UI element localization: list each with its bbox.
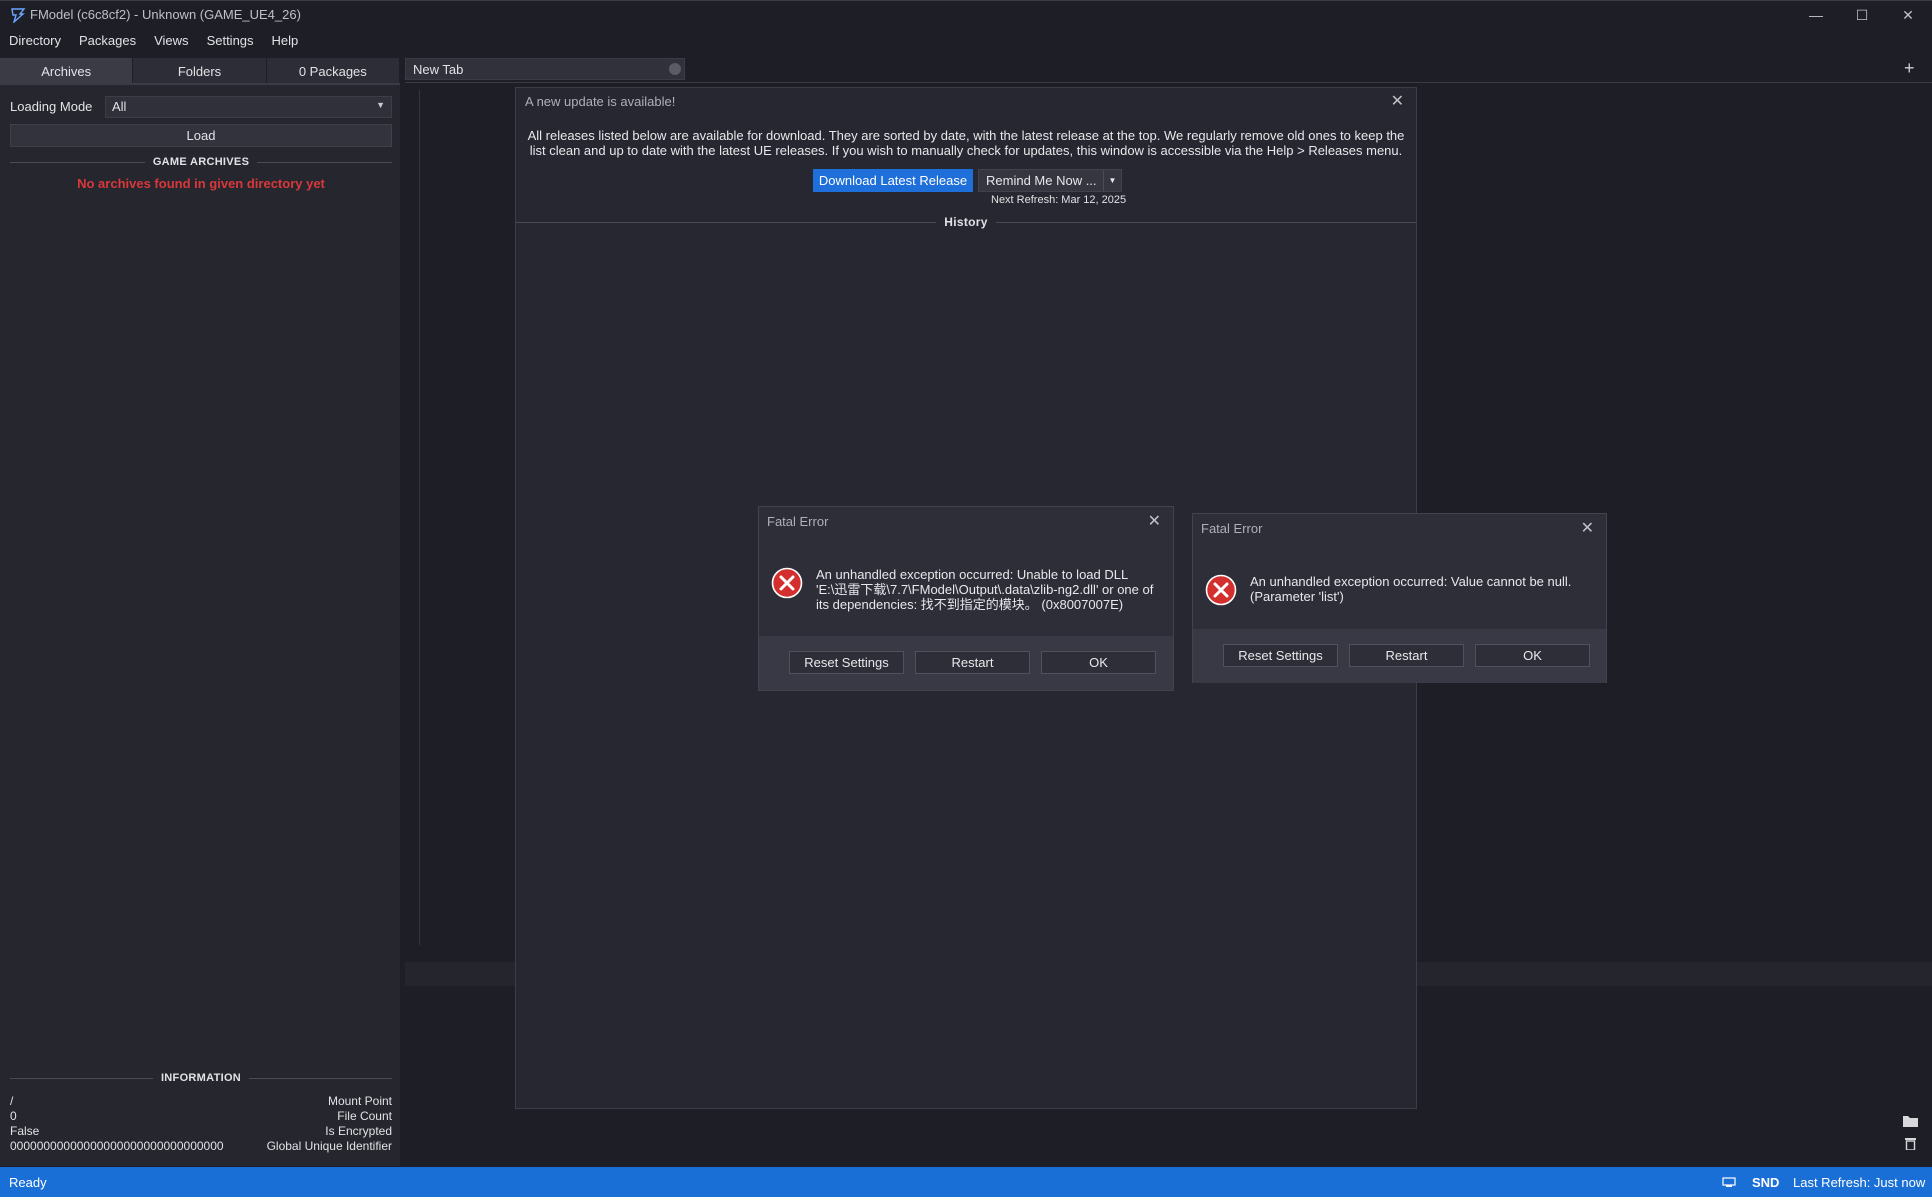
editor-tab-new[interactable]: New Tab (405, 58, 685, 80)
ok-button[interactable]: OK (1041, 651, 1156, 674)
close-icon[interactable]: ✕ (1148, 511, 1161, 531)
no-archives-message: No archives found in given directory yet (77, 176, 325, 191)
trash-icon[interactable] (1905, 1137, 1916, 1150)
load-button[interactable]: Load (10, 124, 392, 147)
loading-mode-select[interactable]: All ▼ (105, 96, 392, 118)
chevron-down-icon: ▼ (376, 100, 385, 110)
menu-settings[interactable]: Settings (198, 30, 263, 52)
last-refresh-text: Last Refresh: Just now (1793, 1175, 1926, 1190)
status-bar: Ready SND Last Refresh: Just now (0, 1167, 1932, 1197)
download-latest-release-button[interactable]: Download Latest Release (813, 169, 973, 192)
minimize-icon[interactable]: — (1793, 0, 1839, 30)
info-row-is-encrypted: False Is Encrypted (10, 1124, 392, 1139)
info-value: False (10, 1124, 40, 1138)
error-dialog-title: Fatal Error (767, 514, 829, 529)
close-icon[interactable]: ✕ (1581, 518, 1594, 538)
info-key: Mount Point (327, 1094, 392, 1108)
ok-button[interactable]: OK (1475, 644, 1590, 667)
audio-player-icon[interactable] (1722, 1176, 1736, 1188)
add-tab-icon[interactable]: + (1904, 58, 1915, 79)
tab-folders[interactable]: Folders (133, 58, 267, 84)
game-archives-heading: GAME ARCHIVES (10, 154, 393, 170)
info-key: Global Unique Identifier (266, 1139, 392, 1153)
tab-divider (405, 82, 1932, 83)
status-text: Ready (9, 1175, 47, 1190)
error-icon (1205, 574, 1237, 606)
info-key: File Count (337, 1109, 392, 1123)
restart-button[interactable]: Restart (1349, 644, 1464, 667)
fmodel-logo-icon (11, 8, 26, 23)
tab-archives[interactable]: Archives (0, 58, 134, 84)
info-row-file-count: 0 File Count (10, 1109, 392, 1124)
fatal-error-dialog: Fatal Error ✕ An unhandled exception occ… (758, 506, 1174, 691)
menu-packages[interactable]: Packages (70, 30, 145, 52)
loading-mode-value: All (112, 99, 127, 114)
history-heading: History (516, 214, 1417, 230)
loading-mode-label: Loading Mode (10, 99, 93, 114)
chevron-down-icon[interactable]: ▼ (1103, 170, 1121, 191)
menu-help[interactable]: Help (263, 30, 308, 52)
menu-bar: Directory Packages Views Settings Help (0, 30, 307, 52)
folder-icon[interactable] (1903, 1115, 1918, 1127)
info-value: 0 (10, 1109, 17, 1123)
error-message: An unhandled exception occurred: Unable … (816, 567, 1154, 612)
tab-underline (0, 83, 400, 85)
close-icon[interactable]: ✕ (1391, 91, 1404, 111)
fatal-error-dialog: Fatal Error ✕ An unhandled exception occ… (1192, 513, 1607, 683)
error-dialog-title: Fatal Error (1201, 521, 1263, 536)
error-dialog-footer: Reset Settings Restart OK (759, 636, 1173, 690)
left-panel (0, 58, 400, 1166)
snd-indicator[interactable]: SND (1752, 1175, 1779, 1190)
reset-settings-button[interactable]: Reset Settings (1223, 644, 1338, 667)
reset-settings-button[interactable]: Reset Settings (789, 651, 904, 674)
error-message: An unhandled exception occurred: Value c… (1250, 574, 1572, 604)
menu-directory[interactable]: Directory (0, 30, 70, 52)
maximize-icon[interactable]: ☐ (1839, 0, 1885, 30)
remind-me-label: Remind Me Now ... (986, 173, 1097, 188)
error-dialog-footer: Reset Settings Restart OK (1193, 629, 1606, 683)
info-row-guid: 00000000000000000000000000000000 Global … (10, 1139, 392, 1154)
window-title: FModel (c6c8cf2) - Unknown (GAME_UE4_26) (30, 7, 301, 22)
menu-views[interactable]: Views (145, 30, 197, 52)
tab-close-icon[interactable] (669, 63, 681, 75)
info-row-mount-point: / Mount Point (10, 1094, 392, 1109)
error-icon (771, 567, 803, 599)
editor-gutter-line (419, 90, 420, 945)
left-tab-strip: Archives Folders 0 Packages (0, 58, 400, 84)
remind-me-button[interactable]: Remind Me Now ... ▼ (978, 169, 1122, 192)
info-value: / (10, 1094, 14, 1108)
tab-packages[interactable]: 0 Packages (267, 58, 400, 84)
restart-button[interactable]: Restart (915, 651, 1030, 674)
update-description: All releases listed below are available … (527, 128, 1405, 158)
close-window-icon[interactable]: ✕ (1885, 0, 1931, 30)
next-refresh-text: Next Refresh: Mar 12, 2025 (991, 194, 1127, 206)
information-heading: INFORMATION (10, 1070, 392, 1086)
info-value: 00000000000000000000000000000000 (10, 1139, 224, 1153)
update-dialog-title: A new update is available! (525, 94, 676, 109)
info-key: Is Encrypted (325, 1124, 392, 1138)
